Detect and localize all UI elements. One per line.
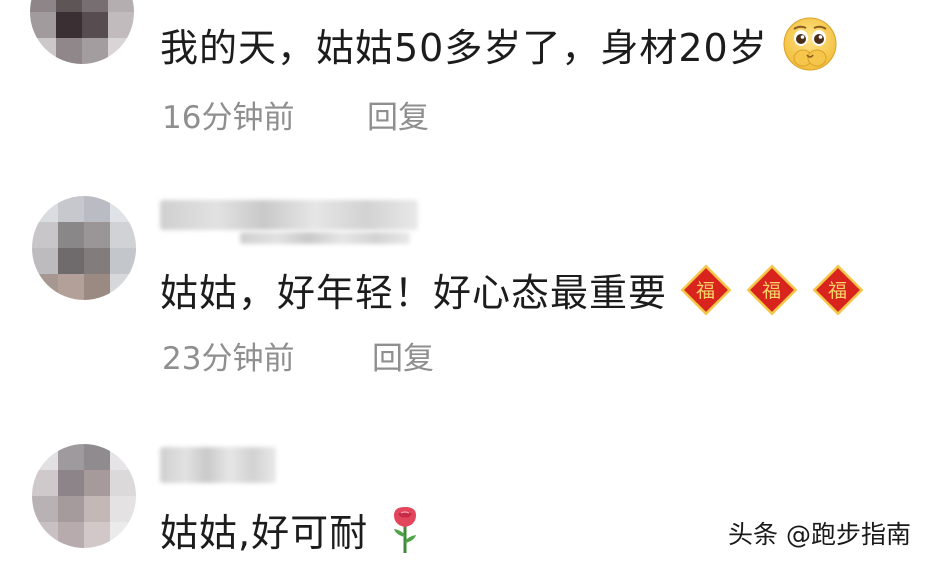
fu-blessing-icon: 福	[812, 264, 864, 315]
avatar[interactable]	[32, 196, 136, 300]
pleading-face-icon	[783, 17, 837, 71]
avatar[interactable]	[30, 0, 134, 64]
comment-meta: 23分钟前 回复	[162, 333, 434, 378]
comment-meta: 16分钟前 回复	[162, 92, 429, 137]
comment-text: 姑姑,好可耐	[160, 502, 422, 557]
comment-body: 姑姑,好可耐	[160, 511, 369, 555]
comment-text: 我的天，姑姑50多岁了，身材20岁	[160, 16, 838, 72]
comment-time: 16分钟前	[162, 100, 295, 136]
username-blurred[interactable]	[160, 200, 418, 230]
fu-char: 福	[762, 280, 782, 302]
fu-char: 福	[828, 280, 848, 302]
watermark: 头条 @跑步指南	[728, 520, 911, 549]
comment-list: 我的天，姑姑50多岁了，身材20岁 16分钟前 回复 姑姑，好年轻！好心态最重要…	[0, 0, 929, 569]
username-blurred[interactable]	[160, 447, 276, 483]
avatar[interactable]	[32, 444, 136, 548]
rose-icon	[394, 506, 417, 553]
reply-button[interactable]: 回复	[367, 92, 429, 137]
fu-char: 福	[696, 280, 716, 302]
comment-body: 姑姑，好年轻！好心态最重要	[160, 271, 668, 315]
comment-body: 我的天，姑姑50多岁了，身材20岁	[160, 25, 768, 70]
fu-blessing-icon: 福	[746, 264, 798, 315]
reply-button[interactable]: 回复	[372, 333, 434, 378]
comment-text: 姑姑，好年轻！好心态最重要 福 福 福	[160, 262, 865, 317]
username-blurred-shadow	[240, 232, 410, 244]
comment-time: 23分钟前	[162, 341, 295, 377]
fu-blessing-icon: 福	[680, 264, 732, 315]
